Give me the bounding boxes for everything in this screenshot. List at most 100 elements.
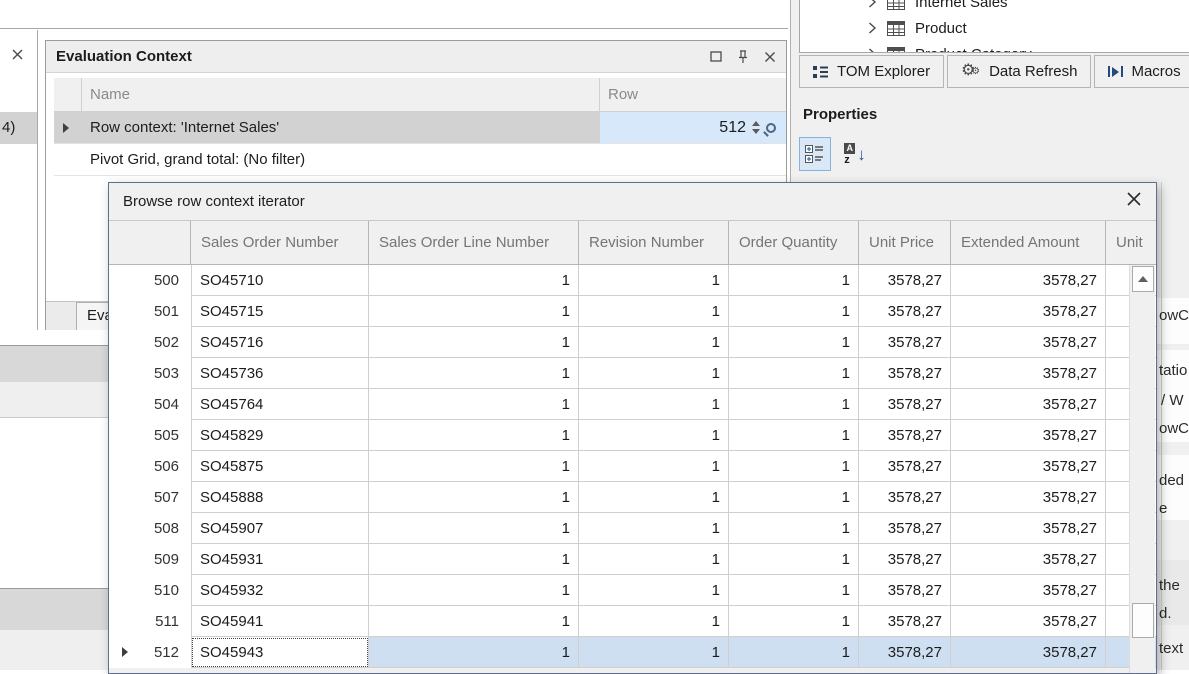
data-cell[interactable]: 1	[729, 451, 859, 482]
data-cell[interactable]: 3578,27	[951, 358, 1106, 389]
column-header-order-quantity[interactable]: Order Quantity	[729, 221, 859, 264]
spinner-control[interactable]	[752, 121, 760, 134]
categorized-view-button[interactable]	[799, 137, 831, 171]
tab-data-refresh[interactable]: ⚙⚙ Data Refresh	[947, 55, 1091, 88]
row-index-cell[interactable]: 505	[109, 420, 191, 451]
data-cell[interactable]: 1	[369, 296, 579, 327]
close-icon[interactable]	[11, 48, 24, 66]
evaluation-context-row[interactable]: Row context: 'Internet Sales' 512	[54, 112, 786, 144]
data-cell[interactable]: SO45715	[191, 296, 369, 327]
data-cell[interactable]: SO45888	[191, 482, 369, 513]
column-header-unit-price[interactable]: Unit Price	[859, 221, 951, 264]
table-row[interactable]: 509SO459311113578,273578,27	[109, 544, 1156, 575]
table-row[interactable]: 503SO457361113578,273578,27	[109, 358, 1156, 389]
data-cell[interactable]: 1	[369, 451, 579, 482]
data-cell[interactable]: SO45764	[191, 389, 369, 420]
data-cell[interactable]: 1	[369, 544, 579, 575]
data-cell[interactable]: SO45716	[191, 327, 369, 358]
data-cell[interactable]: 3578,27	[951, 544, 1106, 575]
context-name[interactable]: Pivot Grid, grand total: (No filter)	[82, 144, 600, 175]
data-cell[interactable]: 1	[729, 389, 859, 420]
data-cell[interactable]: 3578,27	[859, 637, 951, 668]
data-cell[interactable]: 3578,27	[951, 482, 1106, 513]
data-cell[interactable]: SO45875	[191, 451, 369, 482]
data-cell[interactable]: 1	[729, 358, 859, 389]
close-icon[interactable]	[764, 51, 776, 63]
data-cell[interactable]: 1	[579, 451, 729, 482]
data-cell[interactable]: 1	[579, 606, 729, 637]
alphabetical-sort-button[interactable]: Az ↓	[839, 137, 871, 171]
evaluation-context-row[interactable]: Pivot Grid, grand total: (No filter)	[54, 144, 786, 176]
data-cell[interactable]: SO45931	[191, 544, 369, 575]
vertical-scrollbar[interactable]	[1129, 265, 1155, 673]
table-row[interactable]: 500SO457101113578,273578,27	[109, 265, 1156, 296]
data-cell[interactable]: SO45907	[191, 513, 369, 544]
scrollbar-thumb[interactable]	[1132, 603, 1154, 638]
data-cell[interactable]: SO45941	[191, 606, 369, 637]
table-row[interactable]: 505SO458291113578,273578,27	[109, 420, 1156, 451]
tree-item-product[interactable]: Product	[800, 15, 1189, 41]
pin-icon[interactable]	[737, 50, 749, 64]
row-index-cell[interactable]: 508	[109, 513, 191, 544]
column-header-sales-order-number[interactable]: Sales Order Number	[191, 221, 369, 264]
table-row[interactable]: 501SO457151113578,273578,27	[109, 296, 1156, 327]
data-cell[interactable]: 3578,27	[859, 451, 951, 482]
tab-tom-explorer[interactable]: TOM Explorer	[799, 55, 944, 88]
data-cell[interactable]: 1	[579, 389, 729, 420]
row-index-cell[interactable]: 507	[109, 482, 191, 513]
data-cell[interactable]: 3578,27	[951, 265, 1106, 296]
row-index-header[interactable]	[109, 221, 191, 264]
data-cell[interactable]: 1	[729, 265, 859, 296]
data-cell[interactable]: 1	[579, 544, 729, 575]
row-index-cell[interactable]: 512	[109, 637, 191, 668]
data-cell[interactable]: 3578,27	[951, 637, 1106, 668]
data-cell[interactable]: 1	[579, 358, 729, 389]
row-index-cell[interactable]: 504	[109, 389, 191, 420]
data-cell[interactable]: 1	[729, 544, 859, 575]
row-number-value[interactable]: 512	[719, 119, 746, 137]
data-cell[interactable]: 3578,27	[859, 513, 951, 544]
table-row[interactable]: 502SO457161113578,273578,27	[109, 327, 1156, 358]
tree-item-product-category[interactable]: Product Category	[800, 41, 1189, 53]
tab-macros[interactable]: Macros	[1094, 55, 1189, 88]
data-cell[interactable]: 3578,27	[859, 606, 951, 637]
data-cell[interactable]: 1	[579, 296, 729, 327]
data-cell[interactable]: SO45932	[191, 575, 369, 606]
row-number-editor[interactable]: 512	[600, 112, 786, 143]
column-header-name[interactable]: Name	[82, 78, 600, 112]
data-cell[interactable]: 3578,27	[859, 575, 951, 606]
data-cell[interactable]: SO45736	[191, 358, 369, 389]
data-cell[interactable]: 3578,27	[859, 296, 951, 327]
data-cell[interactable]: 1	[579, 265, 729, 296]
column-header-extended-amount[interactable]: Extended Amount	[951, 221, 1106, 264]
data-cell[interactable]: 1	[369, 482, 579, 513]
table-row[interactable]: 504SO457641113578,273578,27	[109, 389, 1156, 420]
data-cell[interactable]: 1	[729, 420, 859, 451]
data-cell[interactable]: 3578,27	[951, 296, 1106, 327]
data-cell[interactable]: 1	[579, 513, 729, 544]
row-index-cell[interactable]: 502	[109, 327, 191, 358]
row-index-cell[interactable]: 511	[109, 606, 191, 637]
data-cell[interactable]: 3578,27	[951, 606, 1106, 637]
row-index-cell[interactable]: 503	[109, 358, 191, 389]
data-cell[interactable]: 1	[579, 575, 729, 606]
data-cell[interactable]: 3578,27	[859, 265, 951, 296]
data-cell[interactable]: 1	[729, 606, 859, 637]
data-cell[interactable]: 1	[369, 606, 579, 637]
data-cell[interactable]: 1	[369, 327, 579, 358]
data-cell[interactable]: SO45710	[191, 265, 369, 296]
row-index-cell[interactable]: 501	[109, 296, 191, 327]
table-row[interactable]: 506SO458751113578,273578,27	[109, 451, 1156, 482]
data-cell[interactable]: 3578,27	[951, 575, 1106, 606]
column-header-row[interactable]: Row	[600, 78, 786, 112]
data-cell[interactable]: 1	[729, 296, 859, 327]
data-cell[interactable]: 1	[729, 482, 859, 513]
data-cell[interactable]: 3578,27	[859, 389, 951, 420]
data-cell[interactable]: 3578,27	[951, 513, 1106, 544]
table-row[interactable]: 512SO459431113578,273578,27	[109, 637, 1156, 668]
row-index-cell[interactable]: 510	[109, 575, 191, 606]
data-cell[interactable]: 1	[729, 637, 859, 668]
table-row[interactable]: 508SO459071113578,273578,27	[109, 513, 1156, 544]
data-cell[interactable]: 1	[369, 513, 579, 544]
data-cell[interactable]: 1	[729, 575, 859, 606]
